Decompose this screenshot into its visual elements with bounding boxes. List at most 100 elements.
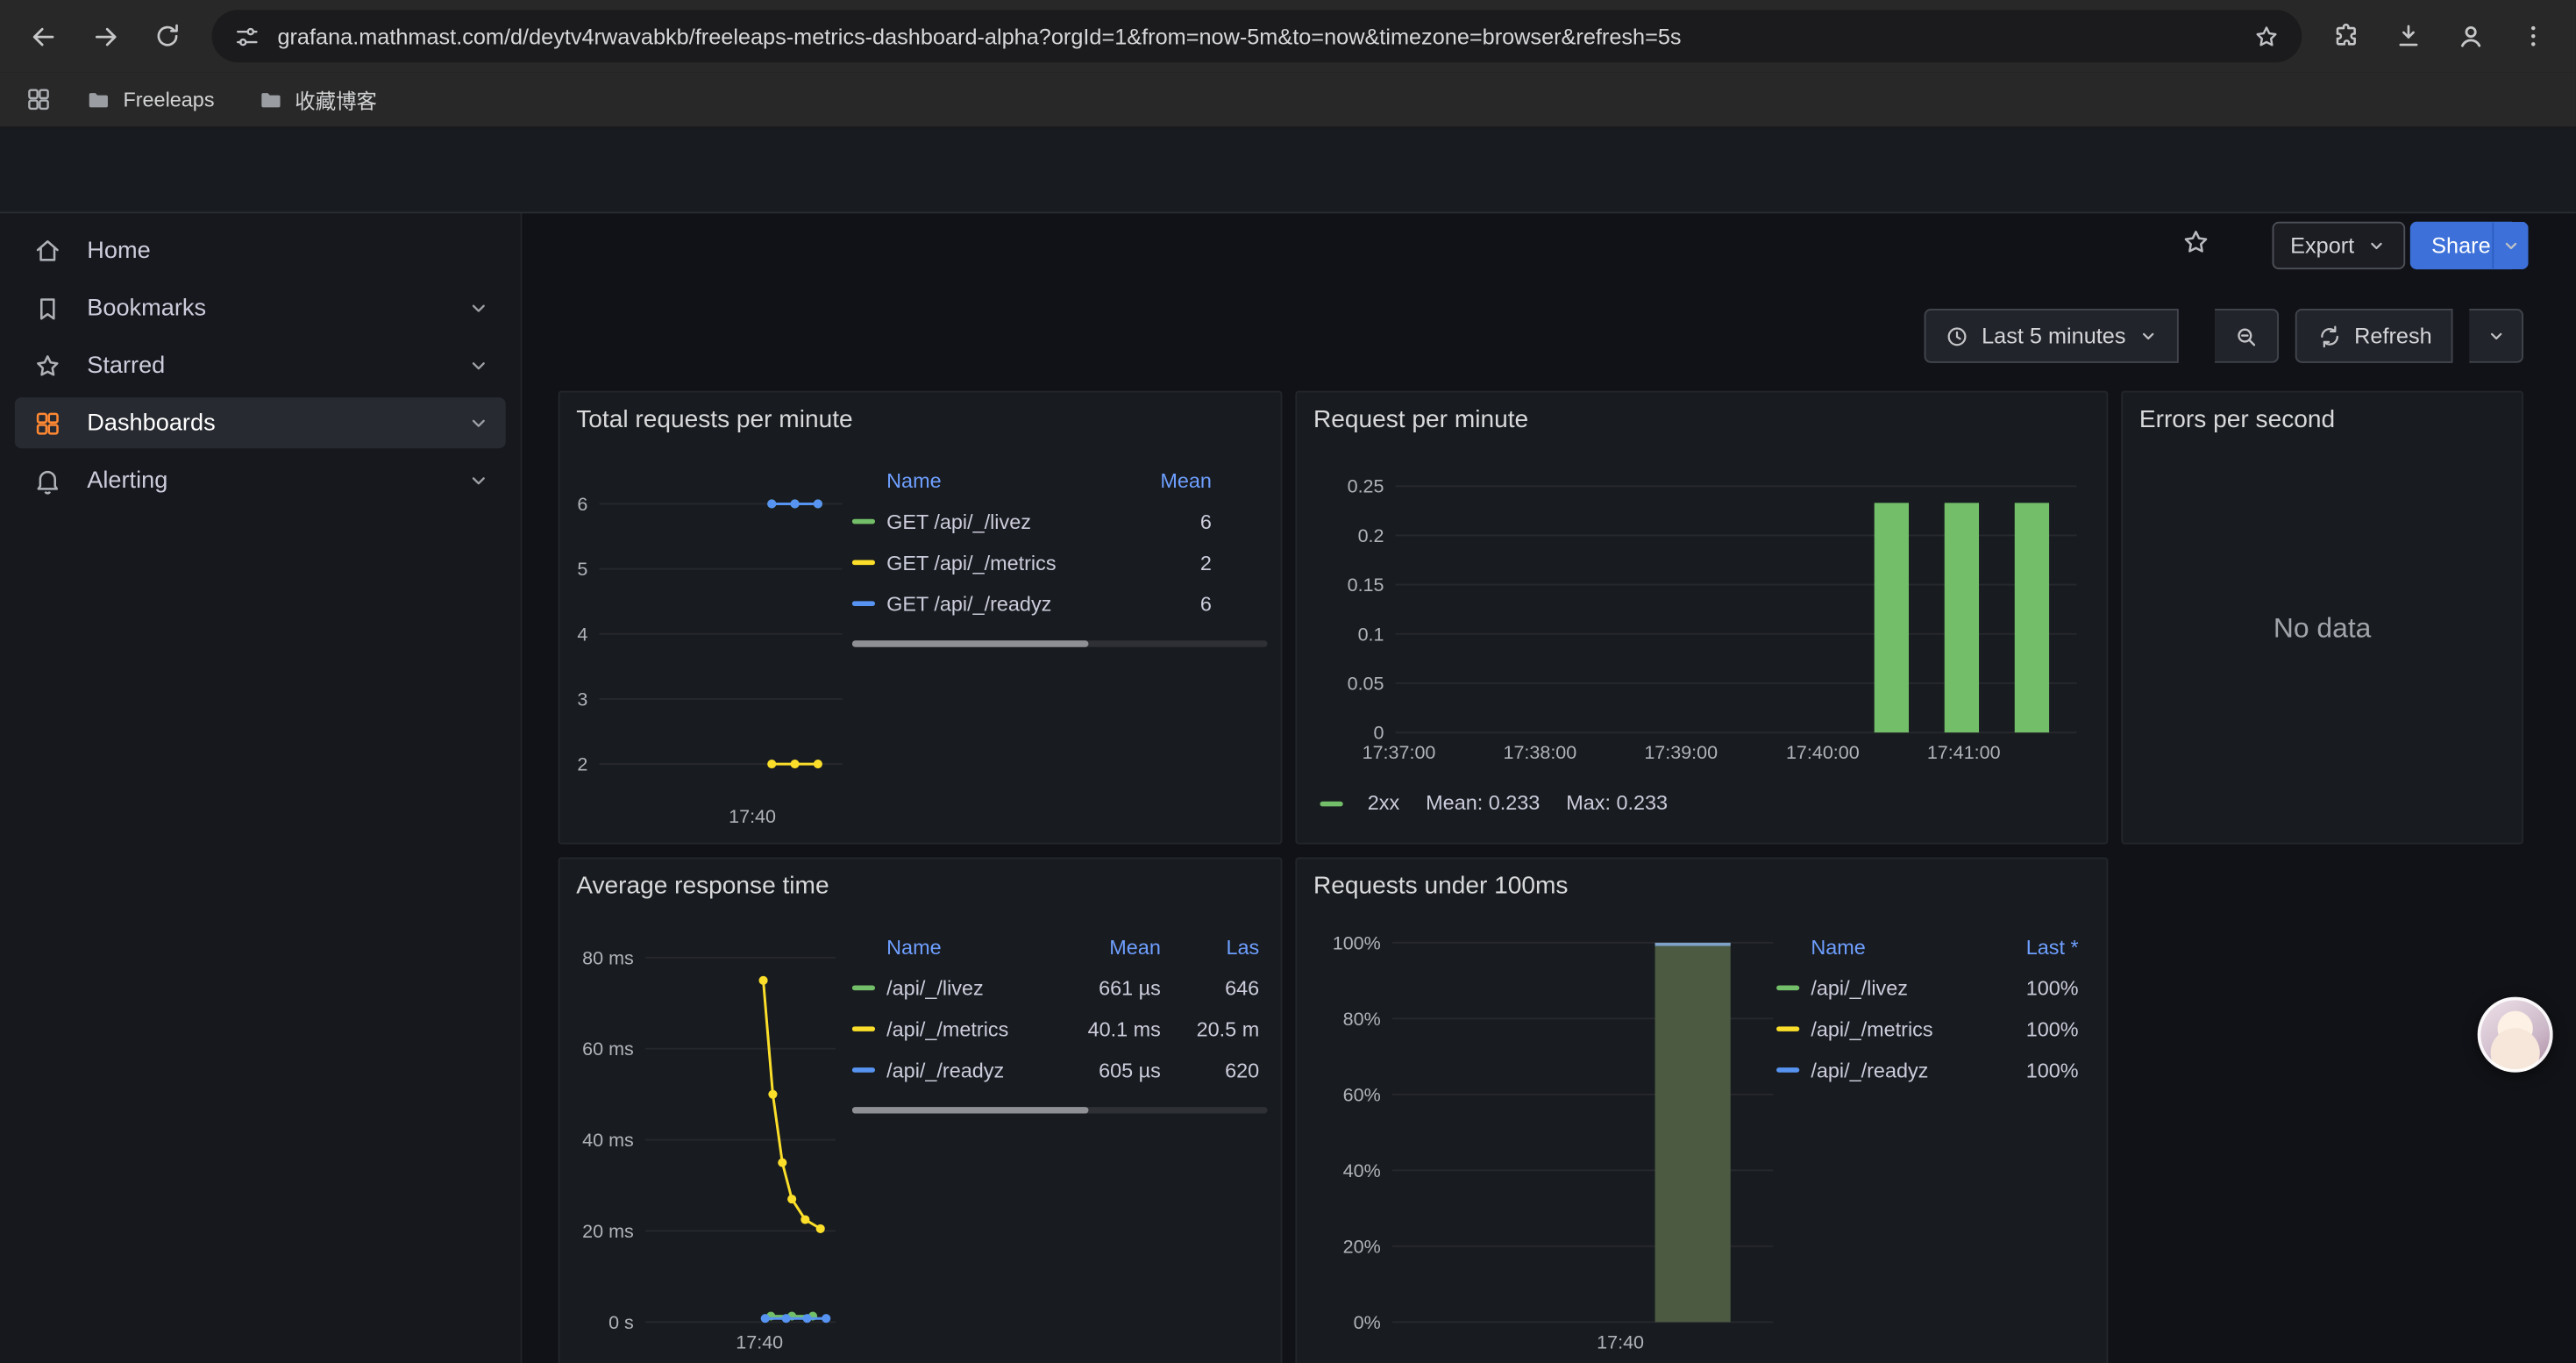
- legend-header-mean[interactable]: Mean: [1050, 936, 1161, 959]
- panel-title[interactable]: Average response time: [576, 872, 829, 900]
- svg-text:60 ms: 60 ms: [582, 1038, 634, 1060]
- bookmark-blog[interactable]: 收藏博客: [247, 80, 387, 119]
- svg-text:17:38:00: 17:38:00: [1503, 742, 1576, 763]
- url-bar[interactable]: grafana.mathmast.com/d/deytv4rwavabkb/fr…: [212, 10, 2302, 62]
- svg-text:80%: 80%: [1343, 1009, 1381, 1030]
- legend-scrollbar[interactable]: [852, 1107, 1268, 1113]
- browser-toolbar: grafana.mathmast.com/d/deytv4rwavabkb/fr…: [0, 0, 2576, 72]
- legend-scrollbar[interactable]: [852, 640, 1268, 646]
- refresh-interval-button[interactable]: [2469, 309, 2523, 363]
- bookmark-label: 收藏博客: [295, 83, 377, 115]
- svg-text:20%: 20%: [1343, 1236, 1381, 1257]
- average-response-time-chart[interactable]: 80 ms60 ms40 ms20 ms0 s17:40: [560, 908, 850, 1363]
- screen: grafana.mathmast.com/d/deytv4rwavabkb/fr…: [0, 0, 2576, 1363]
- sidebar-item-starred[interactable]: Starred: [15, 340, 506, 391]
- browser-menu-icon[interactable]: [2512, 15, 2555, 58]
- legend-row[interactable]: /api/_/metrics 100%: [1776, 1009, 2089, 1050]
- svg-text:0: 0: [1374, 723, 1384, 744]
- caret-down-icon: [2500, 235, 2521, 256]
- request-per-minute-chart[interactable]: 0.250.20.150.10.05017:37:0017:38:0017:39…: [1297, 442, 2108, 770]
- legend-table: Name Mean GET /api/_/livez 6 GET /api/_/…: [852, 461, 1268, 653]
- legend-header-name[interactable]: Name: [852, 470, 1100, 493]
- apps-grid-icon[interactable]: [25, 85, 53, 113]
- scrollbar-thumb[interactable]: [852, 1107, 1089, 1113]
- legend-row[interactable]: /api/_/livez 100%: [1776, 967, 2089, 1009]
- chevron-down-icon[interactable]: [466, 468, 491, 493]
- svg-text:0%: 0%: [1354, 1312, 1381, 1333]
- legend-row[interactable]: /api/_/readyz 100%: [1776, 1050, 2089, 1091]
- back-icon[interactable]: [21, 15, 64, 58]
- series-color-marker: [1776, 986, 1799, 991]
- legend[interactable]: 2xx Mean: 0.233 Max: 0.233: [1320, 792, 1668, 815]
- svg-text:0.15: 0.15: [1348, 574, 1384, 596]
- panel-title[interactable]: Requests under 100ms: [1313, 872, 1568, 900]
- bookmark-star-icon[interactable]: [2252, 22, 2281, 50]
- requests-under-100ms-chart[interactable]: 100%80%60%40%20%0%17:40: [1297, 908, 1790, 1363]
- caret-down-icon: [2138, 325, 2159, 346]
- extensions-icon[interactable]: [2324, 15, 2367, 58]
- url-text[interactable]: grafana.mathmast.com/d/deytv4rwavabkb/fr…: [277, 24, 2236, 48]
- panel-average-response-time[interactable]: Average response time 80 ms60 ms40 ms20 …: [559, 857, 1283, 1363]
- scrollbar-thumb[interactable]: [852, 640, 1089, 646]
- sidebar-item-alerting[interactable]: Alerting: [15, 455, 506, 506]
- legend-header-last[interactable]: Last *: [1989, 936, 2088, 959]
- legend-row[interactable]: GET /api/_/livez 6: [852, 501, 1268, 542]
- panel-title[interactable]: Request per minute: [1313, 406, 1528, 434]
- total-requests-chart[interactable]: 6543217:40: [570, 452, 852, 832]
- panel-requests-under-100ms[interactable]: Requests under 100ms 100%80%60%40%20%0%1…: [1295, 857, 2108, 1363]
- share-menu-button[interactable]: [2492, 222, 2528, 269]
- legend-header-last[interactable]: Las: [1161, 936, 1268, 959]
- panel-request-per-minute[interactable]: Request per minute 0.250.20.150.10.05017…: [1295, 391, 2108, 845]
- legend-table: Name Mean Las /api/_/livez 661 µs 646 /a…: [852, 928, 1268, 1120]
- legend-header-name[interactable]: Name: [1776, 936, 1989, 959]
- chevron-down-icon[interactable]: [466, 296, 491, 320]
- sidebar-item-home[interactable]: Home: [15, 225, 506, 276]
- refresh-button[interactable]: Refresh: [2295, 309, 2453, 363]
- home-icon: [32, 234, 64, 267]
- legend-series-name[interactable]: 2xx: [1368, 792, 1399, 815]
- legend-header: Name Last *: [1776, 928, 2089, 967]
- chevron-down-icon[interactable]: [466, 353, 491, 378]
- svg-text:40 ms: 40 ms: [582, 1130, 634, 1151]
- site-settings-icon[interactable]: [233, 22, 261, 50]
- sidebar-item-label: Home: [87, 238, 150, 264]
- legend-max: Max: 0.233: [1566, 792, 1668, 815]
- time-range-picker[interactable]: Last 5 minutes: [1925, 309, 2179, 363]
- panel-title[interactable]: Total requests per minute: [576, 406, 852, 434]
- forward-icon[interactable]: [83, 15, 126, 58]
- legend-row[interactable]: /api/_/readyz 605 µs 620: [852, 1050, 1268, 1091]
- sidebar-item-label: Alerting: [87, 467, 167, 494]
- caret-down-icon: [2366, 235, 2387, 256]
- series-color-marker: [852, 1026, 875, 1031]
- zoom-out-button[interactable]: [2215, 309, 2279, 363]
- legend-row[interactable]: /api/_/metrics 40.1 ms 20.5 m: [852, 1009, 1268, 1050]
- refresh-icon: [2316, 323, 2343, 349]
- series-color-marker: [852, 1067, 875, 1073]
- legend-row[interactable]: GET /api/_/readyz 6: [852, 583, 1268, 624]
- favorite-star-icon[interactable]: [2181, 226, 2212, 258]
- sidebar-item-bookmarks[interactable]: Bookmarks: [15, 282, 506, 333]
- downloads-icon[interactable]: [2387, 15, 2430, 58]
- sidebar-nav: Home Bookmarks Starred Dashboards: [0, 213, 522, 1363]
- legend-table: Name Last * /api/_/livez 100% /api/_/met…: [1776, 928, 2089, 1120]
- bookmark-freeleaps[interactable]: Freeleaps: [75, 80, 224, 119]
- legend-row[interactable]: GET /api/_/metrics 2: [852, 542, 1268, 583]
- svg-text:60%: 60%: [1343, 1084, 1381, 1105]
- chevron-down-icon[interactable]: [466, 410, 491, 435]
- svg-text:5: 5: [577, 559, 587, 580]
- export-button[interactable]: Export: [2273, 222, 2406, 269]
- svg-text:17:39:00: 17:39:00: [1644, 742, 1718, 763]
- sidebar-item-dashboards[interactable]: Dashboards: [15, 397, 506, 448]
- panel-errors-per-second[interactable]: Errors per second No data: [2121, 391, 2523, 845]
- legend-row[interactable]: /api/_/livez 661 µs 646: [852, 967, 1268, 1009]
- caret-down-icon: [2485, 325, 2506, 346]
- legend-header-mean[interactable]: Mean: [1100, 470, 1212, 493]
- panel-total-requests[interactable]: Total requests per minute 6543217:40 Nam…: [559, 391, 1283, 845]
- star-icon: [32, 349, 64, 382]
- legend-header-name[interactable]: Name: [852, 936, 1050, 959]
- svg-text:4: 4: [577, 624, 587, 645]
- legend-header: Name Mean Las: [852, 928, 1268, 967]
- assistant-avatar[interactable]: [2478, 997, 2553, 1073]
- profile-avatar-icon[interactable]: [2450, 15, 2493, 58]
- reload-icon[interactable]: [146, 15, 189, 58]
